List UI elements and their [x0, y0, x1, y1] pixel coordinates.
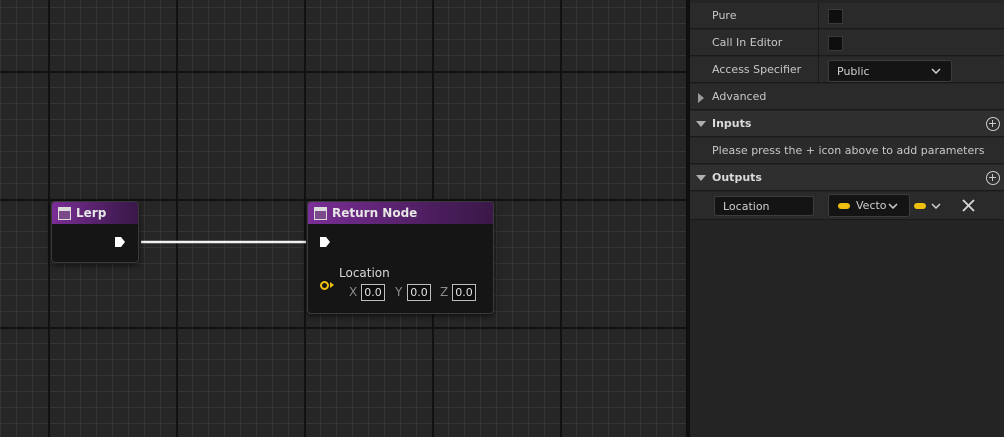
outputs-section-header[interactable]: Outputs: [690, 165, 1004, 191]
lerp-node-header[interactable]: Lerp: [52, 202, 138, 224]
exec-out-pin-icon[interactable]: [114, 236, 126, 248]
chevron-down-icon: [888, 203, 898, 209]
collapse-arrow-icon[interactable]: [696, 175, 706, 181]
y-value-input[interactable]: 0.0: [407, 284, 431, 301]
add-output-button[interactable]: [986, 171, 1000, 185]
return-node[interactable]: Return Node Location X 0.0 Y 0.0 Z 0.0: [307, 201, 494, 314]
details-empty-area: [690, 220, 1004, 437]
pure-label: Pure: [712, 9, 737, 22]
column-divider: [818, 30, 819, 56]
remove-param-close-icon[interactable]: [962, 199, 975, 212]
column-divider: [818, 3, 819, 29]
inputs-hint-text: Please press the + icon above to add par…: [712, 144, 985, 157]
details-panel: Pure Call In Editor Access Specifier Pub…: [690, 0, 1004, 437]
expand-arrow-icon[interactable]: [698, 93, 704, 103]
access-specifier-value: Public: [837, 65, 870, 78]
access-specifier-label: Access Specifier: [712, 63, 802, 76]
lerp-node[interactable]: Lerp: [51, 201, 139, 263]
inputs-section-header[interactable]: Inputs: [690, 111, 1004, 137]
exec-in-pin-icon[interactable]: [319, 236, 331, 248]
y-axis-label: Y: [395, 285, 403, 299]
z-axis-label: Z: [440, 285, 449, 299]
return-node-title: Return Node: [332, 206, 418, 220]
inputs-hint-row: Please press the + icon above to add par…: [690, 138, 1004, 164]
vector-type-pill-icon: [838, 203, 850, 209]
output-param-type-dropdown[interactable]: Vecto: [828, 194, 910, 217]
pure-checkbox[interactable]: [828, 9, 843, 24]
container-type-dropdown[interactable]: [912, 196, 946, 216]
chevron-down-icon: [931, 68, 941, 74]
blueprint-graph-canvas[interactable]: Lerp Return Node Location X 0.0 Y 0.0 Z …: [0, 0, 686, 437]
x-axis-label: X: [349, 285, 358, 299]
output-param-type-value: Vecto: [856, 199, 886, 212]
access-specifier-dropdown[interactable]: Public: [828, 60, 952, 82]
call-in-editor-row: Call In Editor: [690, 30, 1004, 56]
inputs-label: Inputs: [712, 117, 752, 130]
call-in-editor-label: Call In Editor: [712, 36, 783, 49]
function-icon: [314, 206, 327, 220]
advanced-row[interactable]: Advanced: [690, 84, 1004, 110]
function-icon: [58, 206, 71, 220]
vector-pin-arrow-icon: [330, 282, 334, 288]
z-value-input[interactable]: 0.0: [452, 284, 476, 301]
vector-pin-icon[interactable]: [320, 281, 329, 290]
collapse-arrow-icon[interactable]: [696, 121, 706, 127]
call-in-editor-checkbox[interactable]: [828, 36, 843, 51]
column-divider: [818, 57, 819, 83]
single-value-pill-icon: [914, 203, 926, 209]
output-param-name-input[interactable]: Location: [714, 196, 814, 216]
lerp-node-title: Lerp: [76, 206, 107, 220]
pure-row: Pure: [690, 3, 1004, 29]
chevron-down-icon: [931, 203, 941, 209]
return-node-header[interactable]: Return Node: [308, 202, 493, 224]
x-value-input[interactable]: 0.0: [361, 284, 385, 301]
advanced-label: Advanced: [712, 90, 767, 103]
add-input-button[interactable]: [986, 117, 1000, 131]
location-pin-label: Location: [339, 266, 390, 280]
outputs-label: Outputs: [712, 171, 762, 184]
